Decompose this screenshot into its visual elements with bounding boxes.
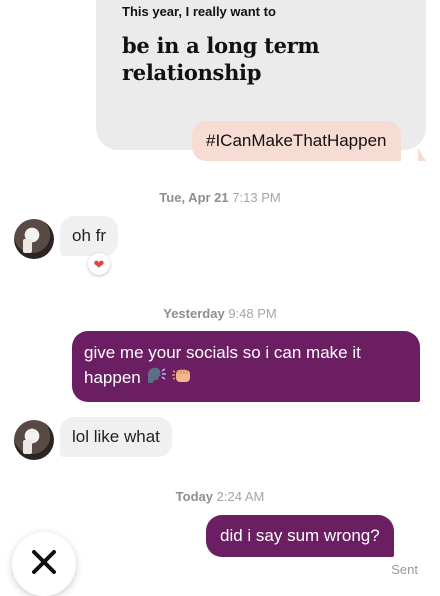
close-button[interactable] [12, 532, 76, 596]
timestamp-time: 7:13 PM [232, 190, 281, 205]
timestamp: Yesterday 9:48 PM [0, 306, 440, 321]
incoming-message-bubble[interactable]: lol like what [60, 417, 172, 457]
sent-status: Sent [391, 562, 418, 577]
message-text-line-2: happen [84, 365, 408, 392]
prompt-answer: be in a long term relationship [122, 32, 382, 86]
prompt-reply-tail [418, 148, 426, 161]
fist-bump-icon [172, 365, 196, 392]
avatar[interactable] [14, 219, 54, 259]
timestamp: Tue, Apr 21 7:13 PM [0, 190, 440, 205]
heart-icon[interactable]: ❤ [88, 253, 110, 275]
avatar[interactable] [14, 420, 54, 460]
timestamp-time: 9:48 PM [228, 306, 277, 321]
message-text: lol like what [72, 427, 160, 446]
message-text: did i say sum wrong? [220, 526, 380, 545]
message-text-line-2-text: happen [84, 367, 141, 387]
close-icon [30, 548, 58, 581]
prompt-reply-bubble: #ICanMakeThatHappen [192, 121, 401, 161]
timestamp-day: Yesterday [163, 306, 225, 321]
prompt-answer-line-2: relationship [122, 60, 262, 85]
outgoing-message-bubble[interactable]: did i say sum wrong? [206, 515, 394, 557]
outgoing-message-bubble[interactable]: give me your socials so i can make it ha… [72, 331, 420, 402]
timestamp-time: 2:24 AM [216, 489, 265, 504]
speaking-head-icon [145, 365, 167, 392]
message-text-line-1: give me your socials so i can make it [84, 343, 361, 362]
incoming-message-bubble[interactable]: oh fr [60, 216, 119, 256]
timestamp-day: Today [175, 489, 213, 504]
timestamp-day: Tue, Apr 21 [159, 190, 229, 205]
message-text: oh fr [72, 226, 107, 245]
timestamp: Today 2:24 AM [0, 489, 440, 504]
prompt-label: This year, I really want to [122, 4, 276, 19]
prompt-answer-line-1: be in a long term [122, 33, 320, 58]
